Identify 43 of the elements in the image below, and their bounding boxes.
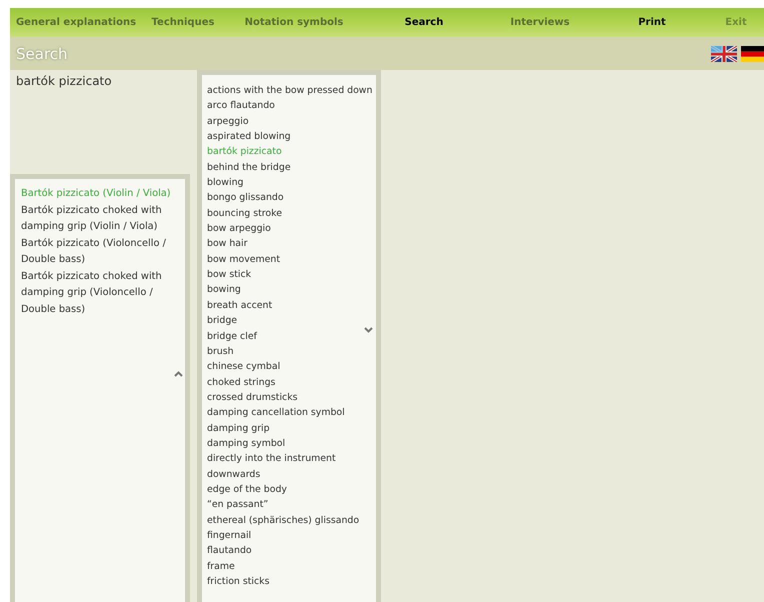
- result-item[interactable]: Bartók pizzicato (Violoncello / Double bass): [21, 236, 179, 268]
- index-item[interactable]: chinese cymbal: [207, 359, 376, 375]
- index-item[interactable]: edge of the body: [207, 482, 376, 498]
- index-item[interactable]: damping symbol: [207, 436, 376, 452]
- index-item[interactable]: “en passant”: [207, 497, 376, 513]
- result-item[interactable]: Bartók pizzicato choked with damping grip (Violin / Viola): [21, 202, 179, 236]
- index-item[interactable]: bow stick: [207, 267, 376, 282]
- index-item[interactable]: choked strings: [207, 374, 376, 390]
- index-item[interactable]: brush: [207, 344, 376, 360]
- index-item[interactable]: bow movement: [207, 252, 376, 268]
- index-item[interactable]: actions with the bow pressed down: [207, 83, 376, 98]
- index-item[interactable]: bow arpeggio: [207, 221, 376, 236]
- index-item[interactable]: fingernail: [207, 528, 376, 544]
- index-item[interactable]: damping cancellation symbol: [207, 405, 376, 421]
- index-item[interactable]: arpeggio: [207, 114, 376, 130]
- german-flag-icon[interactable]: [741, 46, 764, 62]
- index-item[interactable]: damping grip: [207, 420, 376, 436]
- index-item[interactable]: bow hair: [207, 236, 376, 252]
- index-item[interactable]: bouncing stroke: [207, 206, 376, 222]
- nav-link[interactable]: Search: [364, 8, 484, 37]
- index-item[interactable]: bongo glissando: [207, 190, 376, 206]
- index-item[interactable]: downwards: [207, 466, 376, 482]
- nav-link[interactable]: Print: [596, 8, 708, 37]
- index-item[interactable]: behind the bridge: [207, 160, 376, 176]
- index-item[interactable]: flautando: [207, 543, 376, 559]
- scroll-up-icon[interactable]: [174, 371, 183, 377]
- index-item[interactable]: arco flautando: [207, 98, 376, 114]
- index-item[interactable]: frame: [207, 558, 376, 574]
- index-item[interactable]: bowing: [207, 282, 376, 298]
- index-item[interactable]: ethereal (sphärisches) glissando: [207, 512, 376, 528]
- search-query[interactable]: bartók pizzicato: [10, 70, 190, 174]
- index-item[interactable]: breath accent: [207, 298, 376, 314]
- index-item[interactable]: crossed drumsticks: [207, 390, 376, 406]
- index-item[interactable]: blowing: [207, 175, 376, 190]
- index-item[interactable]: bridge: [207, 313, 376, 328]
- page-title: Search: [16, 44, 68, 62]
- index-item[interactable]: bridge clef: [207, 328, 376, 344]
- scroll-down-icon[interactable]: [364, 327, 373, 333]
- index-item[interactable]: friction sticks: [207, 574, 376, 590]
- index-item[interactable]: directly into the instrument: [207, 451, 376, 467]
- index-item[interactable]: aspirated blowing: [207, 129, 376, 144]
- result-item[interactable]: Bartók pizzicato choked with damping grip (Violoncello / Double bass): [21, 268, 179, 318]
- uk-flag-icon[interactable]: [711, 46, 737, 62]
